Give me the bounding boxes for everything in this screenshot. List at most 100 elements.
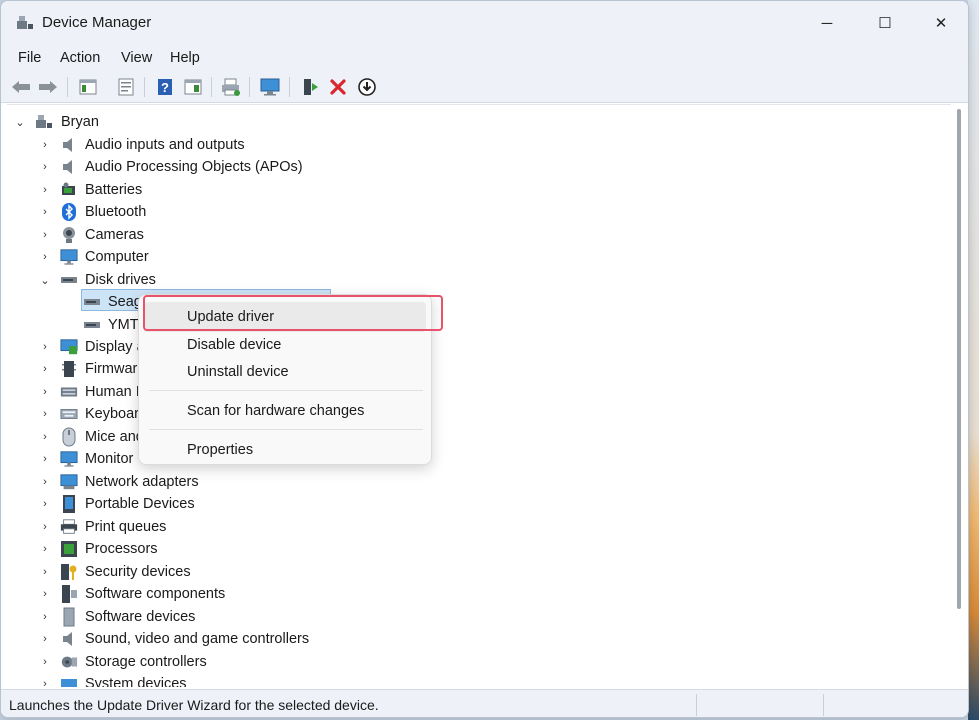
chevron-right-icon[interactable]: › xyxy=(38,452,52,466)
menu-view[interactable]: View xyxy=(121,50,152,66)
tree-category-label: Portable Devices xyxy=(85,496,195,512)
tree-category-storage-controllers[interactable]: › Storage controllers xyxy=(7,651,407,673)
chevron-right-icon[interactable]: › xyxy=(38,565,52,579)
status-text: Launches the Update Driver Wizard for th… xyxy=(9,697,379,713)
chevron-right-icon[interactable]: › xyxy=(38,520,52,534)
tree-category-label: Display a xyxy=(85,339,145,355)
toolbar: ? xyxy=(1,71,968,103)
tree-category-sound-video[interactable]: › Sound, video and game controllers xyxy=(7,628,407,650)
context-separator xyxy=(149,390,423,391)
context-uninstall-device[interactable]: Uninstall device xyxy=(144,357,426,387)
minimize-button[interactable]: ─ xyxy=(798,1,856,45)
chevron-right-icon[interactable]: › xyxy=(38,475,52,489)
tree-category-label: Audio Processing Objects (APOs) xyxy=(85,159,303,175)
chevron-right-icon[interactable]: › xyxy=(38,183,52,197)
chevron-right-icon[interactable]: › xyxy=(38,632,52,646)
printer-icon xyxy=(60,518,78,536)
system-icon xyxy=(60,675,78,687)
chevron-down-icon[interactable]: ⌄ xyxy=(38,273,52,287)
camera-icon xyxy=(60,226,78,244)
forward-icon[interactable] xyxy=(37,76,59,98)
context-disable-device[interactable]: Disable device xyxy=(144,330,426,360)
toolbar-separator xyxy=(289,77,290,97)
tree-category-label: Print queues xyxy=(85,519,167,535)
chevron-right-icon[interactable]: › xyxy=(38,542,52,556)
tree-category-computer[interactable]: › Computer xyxy=(7,246,407,268)
drive-icon xyxy=(60,271,78,289)
tree-category-label: Batteries xyxy=(85,182,143,198)
chevron-right-icon[interactable]: › xyxy=(38,138,52,152)
context-scan-hardware[interactable]: Scan for hardware changes xyxy=(144,396,426,426)
monitor-icon xyxy=(60,450,78,468)
help-icon[interactable]: ? xyxy=(154,76,176,98)
properties-icon[interactable] xyxy=(115,76,137,98)
chevron-right-icon[interactable]: › xyxy=(38,677,52,687)
vertical-scrollbar[interactable] xyxy=(952,104,966,687)
scrollbar-thumb[interactable] xyxy=(957,109,961,609)
chevron-right-icon[interactable]: › xyxy=(38,430,52,444)
chevron-right-icon[interactable]: › xyxy=(38,407,52,421)
chevron-right-icon[interactable]: › xyxy=(38,497,52,511)
maximize-button[interactable]: ☐ xyxy=(856,1,914,45)
tree-category-software-components[interactable]: › Software components xyxy=(7,583,407,605)
tree-category-label: Firmware xyxy=(85,361,146,377)
menu-file[interactable]: File xyxy=(18,50,41,66)
tree-category-security-devices[interactable]: › Security devices xyxy=(7,561,407,583)
tree-category-disk-drives[interactable]: ⌄ Disk drives xyxy=(7,269,407,291)
tree-category-batteries[interactable]: › Batteries xyxy=(7,179,407,201)
show-hide-console-tree-icon[interactable] xyxy=(77,76,99,98)
display-adapter-icon xyxy=(60,338,78,356)
chevron-right-icon[interactable]: › xyxy=(38,160,52,174)
chevron-right-icon[interactable]: › xyxy=(38,385,52,399)
back-icon[interactable] xyxy=(10,76,32,98)
tree-category-print-queues[interactable]: › Print queues xyxy=(7,516,407,538)
scan-hardware-icon[interactable] xyxy=(259,76,281,98)
chevron-down-icon[interactable]: ⌄ xyxy=(13,115,27,129)
device-manager-window: Device Manager ─ ☐ ✕ File Action View He… xyxy=(0,0,969,718)
menu-help[interactable]: Help xyxy=(170,50,200,66)
update-driver-icon[interactable] xyxy=(299,76,321,98)
network-icon xyxy=(60,473,78,491)
chevron-right-icon[interactable]: › xyxy=(38,228,52,242)
menu-action[interactable]: Action xyxy=(60,50,100,66)
tree-category-label: Disk drives xyxy=(85,272,156,288)
tree-category-network-adapters[interactable]: › Network adapters xyxy=(7,471,407,493)
chevron-right-icon[interactable]: › xyxy=(38,610,52,624)
tree-category-cameras[interactable]: › Cameras xyxy=(7,224,407,246)
tree-category-system-devices[interactable]: › System devices xyxy=(7,673,407,687)
keyboard-icon xyxy=(60,405,78,423)
tree-category-portable-devices[interactable]: › Portable Devices xyxy=(7,493,407,515)
context-item-label: Scan for hardware changes xyxy=(187,403,365,419)
close-button[interactable]: ✕ xyxy=(912,1,968,45)
svg-text:?: ? xyxy=(161,80,169,95)
chevron-right-icon[interactable]: › xyxy=(38,250,52,264)
tree-category-processors[interactable]: › Processors xyxy=(7,538,407,560)
chevron-right-icon[interactable]: › xyxy=(38,205,52,219)
hid-icon xyxy=(60,383,78,401)
mouse-icon xyxy=(60,427,78,447)
speaker-icon xyxy=(60,136,78,154)
show-hide-action-pane-icon[interactable] xyxy=(182,76,204,98)
chevron-right-icon[interactable]: › xyxy=(38,655,52,669)
chevron-right-icon[interactable]: › xyxy=(38,340,52,354)
tree-category-label: System devices xyxy=(85,676,187,687)
tree-category-label: Audio inputs and outputs xyxy=(85,137,245,153)
window-title: Device Manager xyxy=(42,14,152,31)
tree-category-software-devices[interactable]: › Software devices xyxy=(7,606,407,628)
tree-category-label: Computer xyxy=(85,249,149,265)
tree-category-label: Software components xyxy=(85,586,226,602)
chevron-right-icon[interactable]: › xyxy=(38,362,52,376)
disable-icon[interactable] xyxy=(356,76,378,98)
tree-category-label: Bluetooth xyxy=(85,204,147,220)
tree-category-bluetooth[interactable]: › Bluetooth xyxy=(7,201,407,223)
context-separator xyxy=(149,429,423,430)
battery-icon xyxy=(60,181,78,199)
tree-category-audio-inputs[interactable]: › Audio inputs and outputs xyxy=(7,134,407,156)
context-properties[interactable]: Properties xyxy=(144,435,426,465)
chevron-right-icon[interactable]: › xyxy=(38,587,52,601)
tree-root-node[interactable]: ⌄ Bryan xyxy=(7,111,307,133)
print-icon[interactable] xyxy=(220,76,242,98)
tree-category-apos[interactable]: › Audio Processing Objects (APOs) xyxy=(7,156,407,178)
security-icon xyxy=(60,563,78,581)
uninstall-icon[interactable] xyxy=(327,76,349,98)
